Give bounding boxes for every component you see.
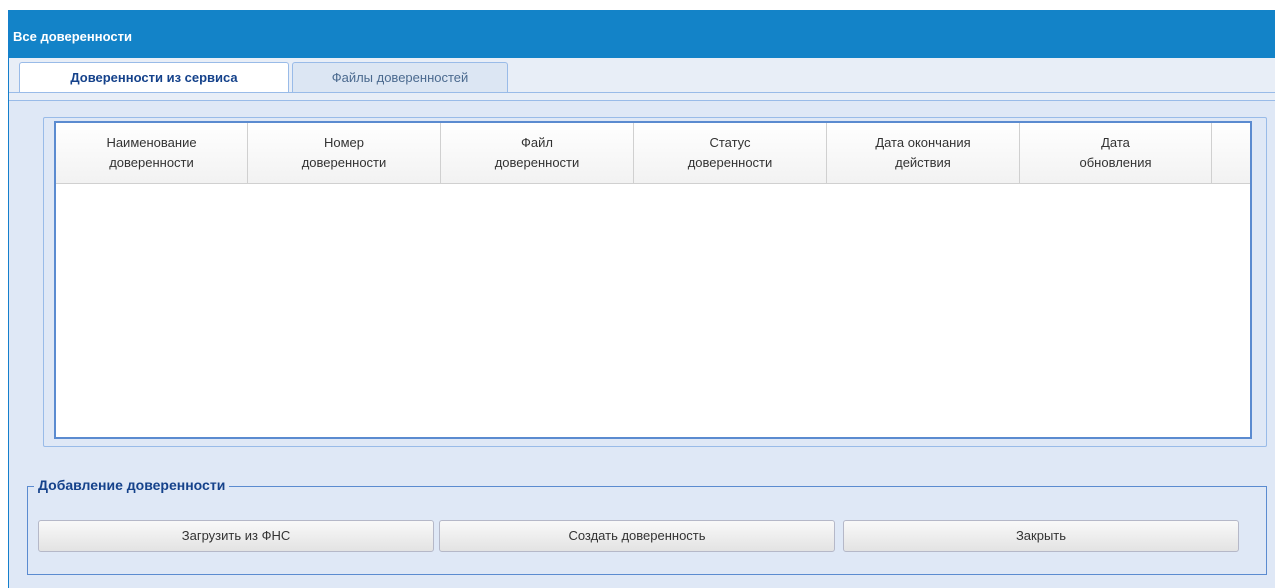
grid-header: Наименование доверенности Номер доверенн…	[56, 123, 1250, 184]
column-header-file[interactable]: Файл доверенности	[441, 123, 634, 183]
window-title-bar: Все доверенности	[9, 10, 1275, 58]
column-header-number[interactable]: Номер доверенности	[248, 123, 441, 183]
grid-body[interactable]	[56, 184, 1250, 437]
grid-container: Наименование доверенности Номер доверенн…	[43, 117, 1267, 447]
column-header-name[interactable]: Наименование доверенности	[56, 123, 248, 183]
column-header-number-label: Номер доверенности	[301, 135, 387, 170]
column-header-update-date-label: Дата обновления	[1079, 135, 1152, 170]
load-from-fns-button[interactable]: Загрузить из ФНС	[38, 520, 434, 552]
close-button[interactable]: Закрыть	[843, 520, 1239, 552]
powers-grid[interactable]: Наименование доверенности Номер доверенн…	[54, 121, 1252, 439]
all-powers-of-attorney-window: Все доверенности Доверенности из сервиса…	[8, 10, 1275, 588]
tab-divider	[9, 92, 1275, 93]
tab-panel: Наименование доверенности Номер доверенн…	[9, 100, 1275, 588]
column-header-filler	[1212, 123, 1250, 183]
column-header-file-label: Файл доверенности	[494, 135, 580, 170]
window-title: Все доверенности	[13, 29, 132, 44]
column-header-end-date-label: Дата окончания действия	[875, 135, 971, 170]
tab-service-powers[interactable]: Доверенности из сервиса	[19, 62, 289, 93]
add-power-fieldset: Добавление доверенности Загрузить из ФНС…	[27, 477, 1267, 575]
column-header-name-label: Наименование доверенности	[106, 135, 197, 170]
column-header-update-date[interactable]: Дата обновления	[1020, 123, 1212, 183]
column-header-end-date[interactable]: Дата окончания действия	[827, 123, 1020, 183]
column-header-status-label: Статус доверенности	[687, 135, 773, 170]
tab-power-files[interactable]: Файлы доверенностей	[292, 62, 508, 92]
column-header-status[interactable]: Статус доверенности	[634, 123, 827, 183]
create-power-button[interactable]: Создать доверенность	[439, 520, 835, 552]
add-power-legend: Добавление доверенности	[34, 477, 230, 493]
